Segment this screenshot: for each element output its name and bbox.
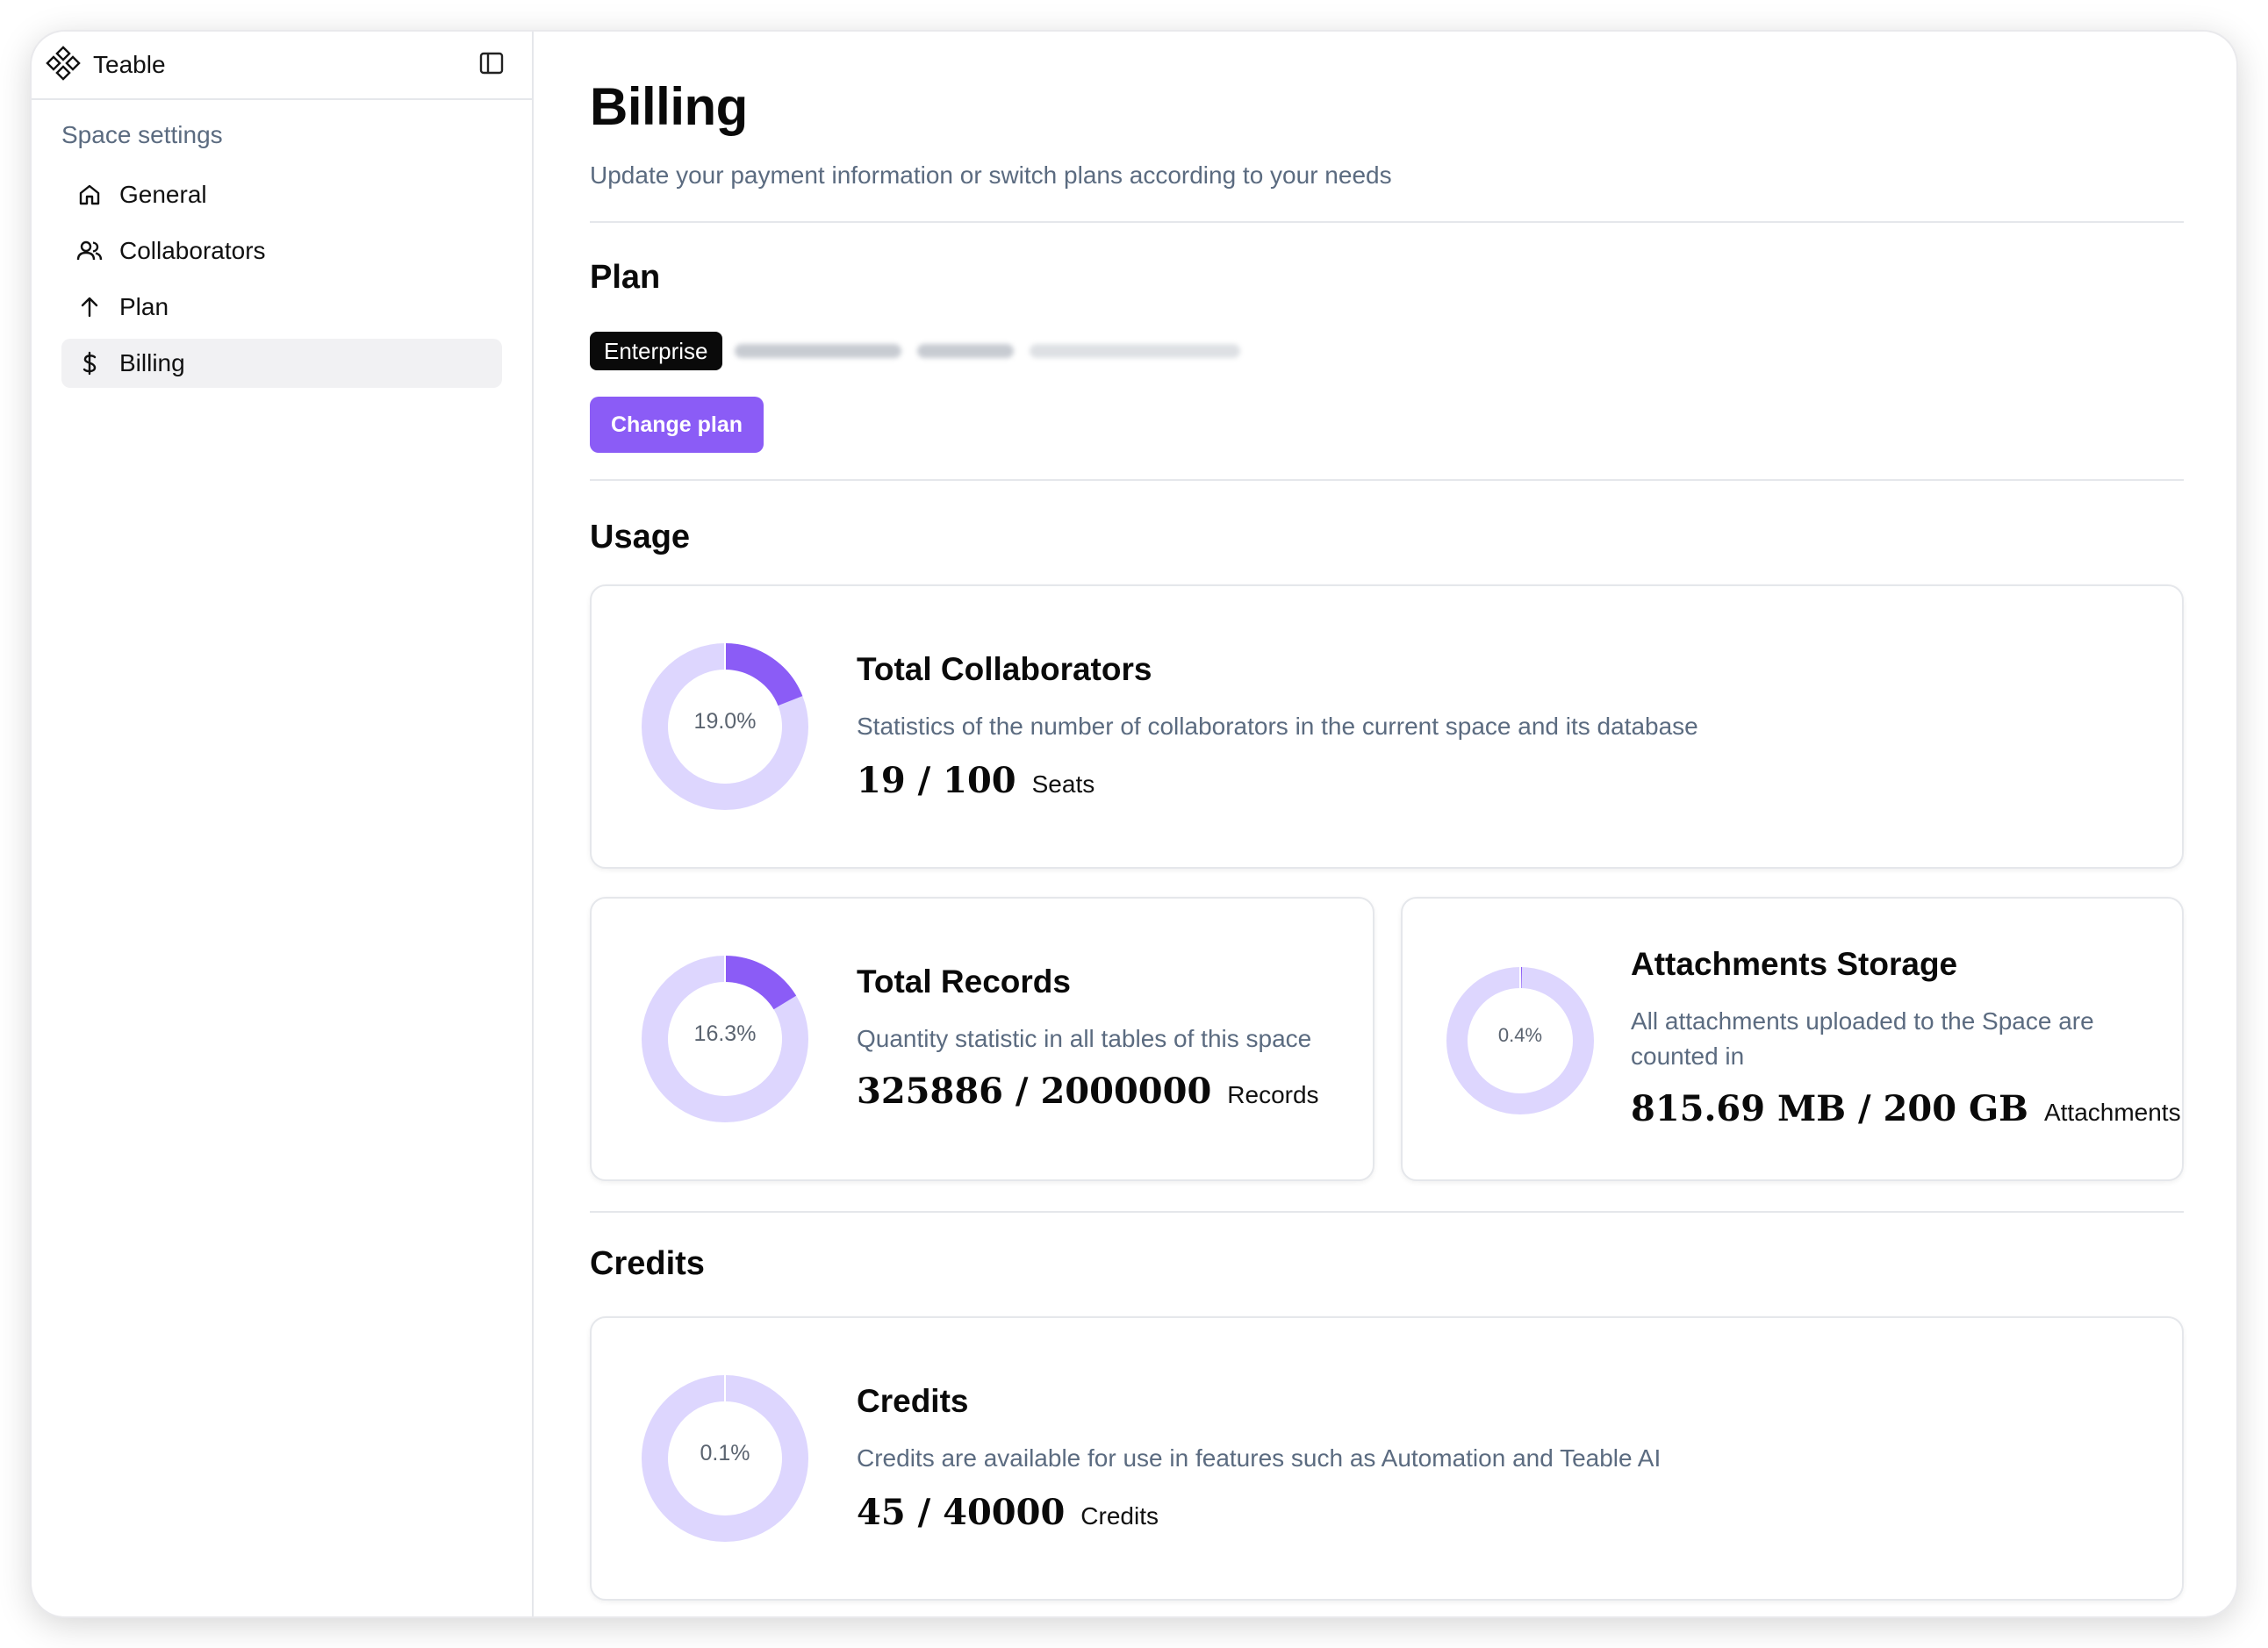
plan-row: Enterprise	[590, 332, 2184, 370]
records-percent: 16.3%	[693, 1021, 757, 1046]
card-title: Total Collaborators	[857, 651, 1152, 687]
arrow-up-icon	[75, 293, 104, 321]
sidebar-item-label: Plan	[119, 293, 169, 320]
app-window: Teable Space settings General Collaborat…	[32, 32, 2236, 1616]
usage-value: 19 / 100	[857, 760, 1016, 801]
divider	[590, 1211, 2184, 1213]
brand[interactable]: Teable	[46, 45, 474, 85]
divider	[590, 479, 2184, 481]
credits-heading: Credits	[590, 1245, 705, 1282]
sidebar-item-plan[interactable]: Plan	[61, 283, 502, 332]
card-title: Attachments Storage	[1631, 946, 1958, 982]
usage-value: 325886 / 2000000	[857, 1071, 1212, 1112]
usage-value: 815.69 MB / 200 GB	[1631, 1088, 2028, 1129]
redacted-plan-details	[734, 339, 1261, 363]
sidebar-header: Teable	[32, 32, 532, 100]
plan-heading: Plan	[590, 259, 661, 296]
sidebar-item-label: Collaborators	[119, 237, 266, 264]
card-description: Credits are available for use in feature…	[857, 1444, 1662, 1472]
page-title: Billing	[590, 77, 748, 136]
usage-unit: Seats	[1031, 770, 1095, 798]
users-icon	[75, 237, 104, 265]
space-settings-title: Space settings	[61, 121, 223, 148]
credits-percent: 0.1%	[700, 1441, 750, 1465]
dollar-icon	[75, 349, 104, 377]
sidebar-toggle-button[interactable]	[474, 47, 509, 82]
credits-card: 0.1% Credits Credits are available for u…	[590, 1316, 2184, 1601]
sidebar-item-general[interactable]: General	[61, 170, 502, 219]
storage-card: 0.4% Attachments Storage All attachments…	[1401, 897, 2184, 1181]
collaborators-percent: 19.0%	[693, 709, 757, 734]
card-title: Credits	[857, 1383, 969, 1419]
records-card: 16.3% Total Records Quantity statistic i…	[590, 897, 1374, 1181]
storage-percent: 0.4%	[1497, 1024, 1543, 1046]
collaborators-card: 19.0% Total Collaborators Statistics of …	[590, 584, 2184, 869]
card-value: 19 / 100 Seats	[857, 760, 1095, 801]
usage-unit: Credits	[1080, 1502, 1159, 1530]
usage-heading: Usage	[590, 519, 691, 555]
main-content: Billing Update your payment information …	[534, 32, 2236, 1616]
usage-unit: Records	[1227, 1081, 1319, 1108]
card-description: Statistics of the number of collaborator…	[857, 713, 1698, 740]
sidebar-item-label: General	[119, 181, 207, 208]
card-description: All attachments uploaded to the Space ar…	[1631, 1007, 2094, 1070]
card-value: 325886 / 2000000 Records	[857, 1071, 1319, 1112]
sidebar: Teable Space settings General Collaborat…	[32, 32, 534, 1616]
app-name: Teable	[93, 51, 166, 78]
card-value: 45 / 40000 Credits	[857, 1492, 1159, 1533]
usage-value: 45 / 40000	[857, 1492, 1066, 1533]
panel-left-icon	[478, 50, 505, 81]
card-title: Total Records	[857, 964, 1071, 1000]
sidebar-item-billing[interactable]: Billing	[61, 339, 502, 388]
sidebar-item-label: Billing	[119, 349, 185, 376]
teable-logo-icon	[46, 45, 81, 85]
change-plan-button[interactable]: Change plan	[590, 397, 764, 453]
divider	[590, 221, 2184, 223]
home-icon	[75, 181, 104, 209]
card-description: Quantity statistic in all tables of this…	[857, 1025, 1312, 1052]
card-value: 815.69 MB / 200 GB Attachments	[1631, 1088, 2181, 1129]
plan-badge: Enterprise	[590, 332, 722, 370]
page-subtitle: Update your payment information or switc…	[590, 161, 1392, 189]
sidebar-item-collaborators[interactable]: Collaborators	[61, 226, 502, 276]
usage-unit: Attachments	[2043, 1099, 2181, 1126]
